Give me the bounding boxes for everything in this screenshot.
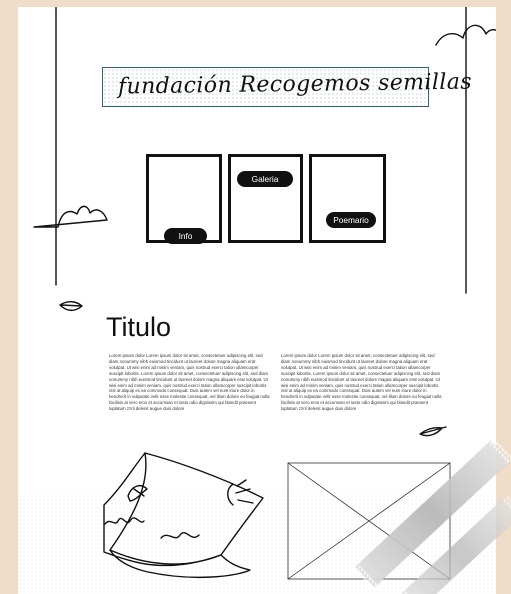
left-leaf-icon (59, 301, 83, 312)
gallery-card[interactable]: Galeria (228, 154, 303, 243)
poem-card[interactable]: Poemario (309, 154, 386, 243)
brand-title: fundación Recogemos semillas (117, 69, 473, 100)
left-paragraph: Lorem ipsum dolor Lorem ipsum dolor sit … (109, 353, 270, 412)
section-title: Titulo (106, 312, 172, 342)
gallery-button[interactable]: Galeria (237, 171, 293, 187)
info-button[interactable]: Info (164, 228, 207, 244)
left-cloud-icon (33, 205, 108, 228)
right-leaf-icon (419, 426, 447, 437)
right-paragraph: Lorem ipsum dolor Lorem ipsum dolor sit … (281, 353, 442, 412)
brand-title-box: fundación Recogemos semillas (102, 67, 472, 107)
poem-button[interactable]: Poemario (326, 212, 376, 228)
top-right-cloud-icon (435, 24, 496, 46)
info-card[interactable]: Info (146, 154, 222, 244)
wireframe-canvas: fundación Recogemos semillas Info Galeri… (0, 0, 511, 594)
